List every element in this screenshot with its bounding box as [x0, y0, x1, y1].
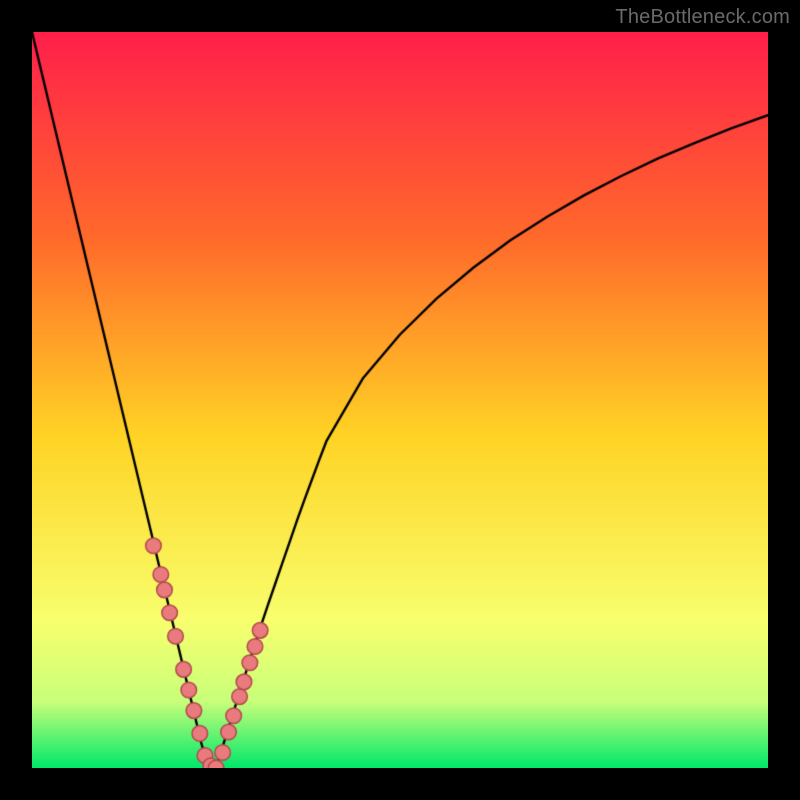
plot-frame [32, 32, 768, 768]
chart-canvas [32, 32, 768, 768]
watermark-text: TheBottleneck.com [615, 6, 790, 29]
